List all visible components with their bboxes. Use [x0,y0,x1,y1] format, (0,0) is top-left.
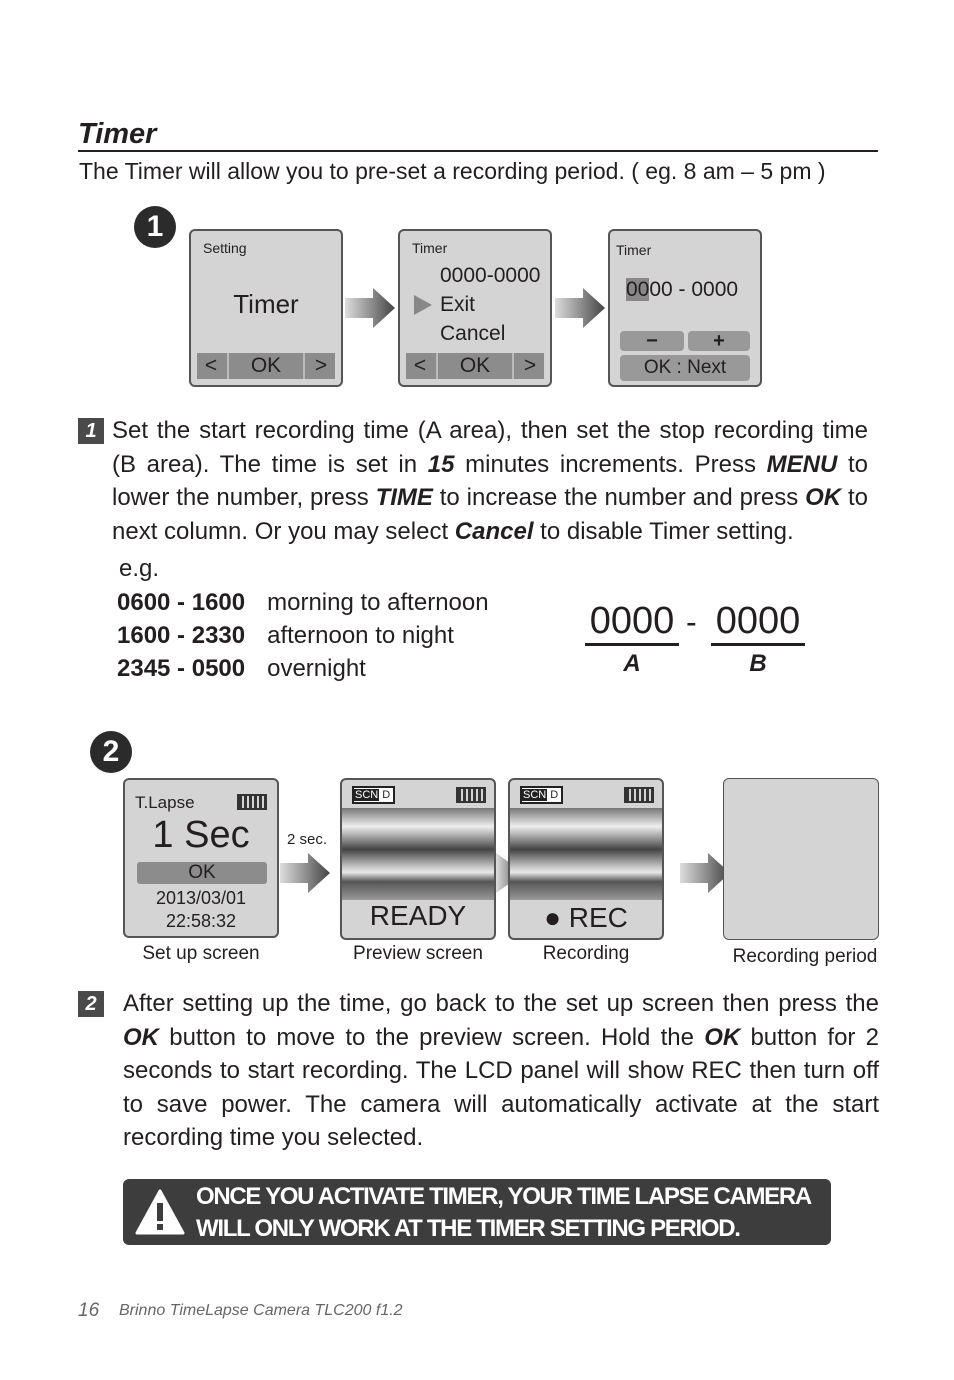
timer-menu-screen: Timer 0000-0000 Exit Cancel < OK > [398,229,552,387]
manual-page: Timer The Timer will allow you to pre-se… [0,0,954,1380]
ok-label: OK [436,353,514,379]
time-separator: - [686,604,697,640]
screen-header: Timer [412,240,448,256]
page-number: 16 [78,1300,100,1321]
ok-label: OK [137,862,267,884]
nav-bar: < OK > [197,353,335,379]
setup-screen: T.Lapse 1 Sec OK 2013/03/01 22:58:32 [123,778,279,938]
chevron-left-icon: < [413,354,427,377]
date-value: 2013/03/01 [155,888,247,908]
period-caption: Recording period [732,946,878,967]
time-a-value: 0000 [585,600,679,646]
scene-badge: SCN D [520,786,564,804]
screen-main: Timer [233,289,299,319]
interval-value: 1 Sec [152,814,250,856]
time-cursor: 00 [626,278,650,301]
warning-icon [135,1189,185,1235]
preview-image [342,808,494,900]
area-a-label: A [623,650,641,677]
screen-header: Timer [616,242,652,258]
nav-bar: < OK > [406,353,544,379]
menu-item-cancel: Cancel [440,322,506,345]
battery-icon [237,794,267,810]
recording-screen: SCN D ● REC [508,778,664,940]
area-b-label: B [749,650,767,677]
warning-line-1: ONCE YOU ACTIVATE TIMER, YOUR TIME LAPSE… [196,1183,812,1210]
blank-screen [723,778,879,940]
battery-icon [624,787,654,803]
example-row: 2345 - 0500 overnight [117,654,366,682]
warning-line-2: WILL ONLY WORK AT THE TIMER SETTING PERI… [196,1215,741,1242]
ok-next-label: OK : Next [620,355,750,381]
example-row: 0600 - 1600 morning to afternoon [117,588,489,616]
ok-label: OK [227,353,305,379]
preview-screen: SCN D READY [340,778,496,940]
step-1-instructions: Set the start recording time (A area), t… [112,417,869,545]
example-row: 1600 - 2330 afternoon to night [117,621,454,649]
chevron-right-icon: > [523,354,537,377]
mode-label: T.Lapse [135,793,195,812]
title-rule [78,150,878,152]
examples-table: 0600 - 1600 morning to afternoon 1600 - 2… [117,586,511,685]
time-b-value: 0000 [711,600,805,646]
selection-pointer-icon [414,295,432,315]
arrow-right-icon [280,853,330,893]
recording-caption: Recording [542,943,630,964]
delay-label: 2 sec. [287,831,328,848]
minus-icon: − [620,331,684,351]
scene-badge: SCN D [352,786,396,804]
time-rest: 00 - 0000 [649,278,739,301]
status-label: ● REC [544,902,628,933]
step-2-badge: 2 [90,731,132,773]
arrow-right-icon [345,288,395,328]
menu-item-exit: Exit [440,293,476,316]
time-value: 0000 - 0000 [626,278,738,302]
arrow-right-icon [555,288,605,328]
battery-icon [456,787,486,803]
timer-edit-screen: Timer 0000 - 0000 − + OK : Next [608,229,762,387]
plus-icon: + [688,331,750,351]
preview-caption: Preview screen [353,943,483,964]
step-1-number: 1 [78,418,104,444]
menu-item-time: 0000-0000 [440,264,541,287]
setup-caption: Set up screen [142,943,260,964]
preview-image [510,808,662,900]
status-label: READY [369,900,467,931]
screen-header: Setting [203,240,247,256]
section-title: Timer [78,118,157,150]
warning-banner: ONCE YOU ACTIVATE TIMER, YOUR TIME LAPSE… [123,1179,831,1245]
intro-text: The Timer will allow you to pre-set a re… [79,158,826,184]
step-1-badge: 1 [134,206,176,248]
footer-text: Brinno TimeLapse Camera TLC200 f1.2 [119,1302,403,1319]
step-2-instructions: After setting up the time, go back to th… [123,990,879,1151]
setting-screen: Setting Timer < OK > [189,229,343,387]
chevron-right-icon: > [314,354,328,377]
chevron-left-icon: < [204,354,218,377]
step-2-number: 2 [78,991,104,1017]
eg-label: e.g. [119,555,160,582]
time-value: 22:58:32 [165,911,237,931]
